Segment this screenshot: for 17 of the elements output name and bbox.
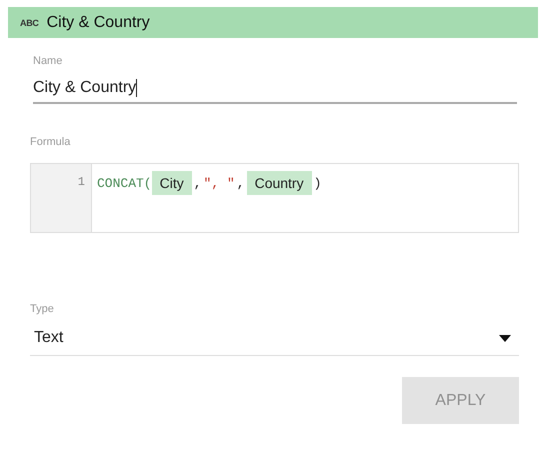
name-input-field[interactable]: City & Country	[33, 74, 517, 104]
name-label: Name	[33, 55, 62, 67]
type-label: Type	[30, 303, 54, 315]
field-chip[interactable]: City	[152, 171, 192, 195]
string-literal: ", "	[204, 176, 235, 190]
punctuation: ,	[192, 176, 203, 190]
formula-label: Formula	[30, 136, 70, 148]
dropdown-caret-icon	[499, 334, 511, 342]
type-dropdown[interactable]: Text	[30, 321, 519, 356]
field-title: City & Country	[46, 14, 150, 32]
formula-editor[interactable]: 1 CONCAT( City ,", ", Country )	[30, 163, 519, 233]
punctuation: )	[312, 176, 322, 190]
line-number: 1	[78, 175, 85, 189]
function-name: CONCAT(	[97, 176, 152, 190]
field-chip[interactable]: Country	[246, 171, 312, 195]
punctuation: ,	[236, 176, 246, 190]
text-type-icon: ABC	[20, 18, 39, 28]
